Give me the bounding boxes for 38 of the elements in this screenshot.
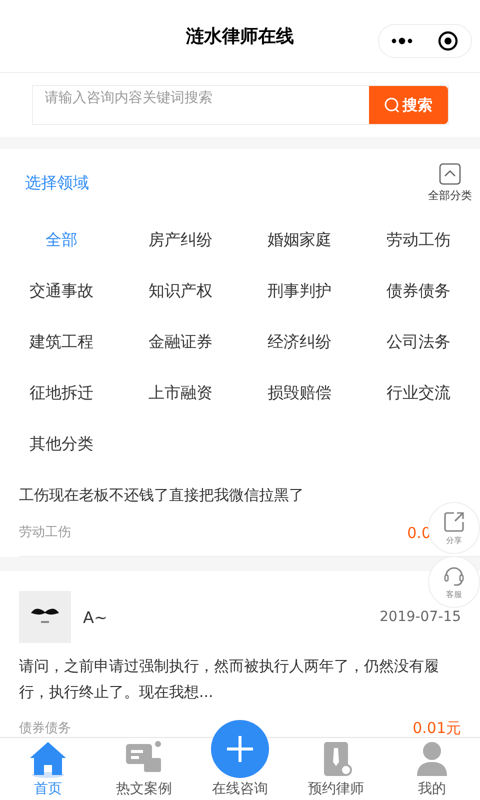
more-icon[interactable] bbox=[391, 37, 413, 45]
home-icon bbox=[28, 740, 68, 778]
tab-bar-item[interactable]: 预约律师 bbox=[288, 738, 384, 800]
category-tab[interactable]: 公司法务 bbox=[386, 332, 450, 353]
category-tab[interactable]: 损毁赔偿 bbox=[268, 383, 332, 404]
category-label: 劳动工伤 bbox=[19, 524, 71, 541]
all-categories-toggle[interactable]: 全部分类 bbox=[428, 163, 472, 203]
search-icon bbox=[384, 97, 400, 113]
category-tab[interactable]: 知识产权 bbox=[148, 281, 212, 302]
category-label: 债券债务 bbox=[19, 720, 71, 737]
category-tab[interactable]: 征地拆迁 bbox=[30, 383, 94, 404]
share-icon bbox=[442, 510, 466, 534]
service-button[interactable]: 客服 bbox=[428, 556, 480, 608]
category-tab[interactable]: 行业交流 bbox=[386, 383, 450, 404]
category-tab[interactable]: 其他分类 bbox=[30, 434, 94, 455]
tab-bar-item[interactable]: 在线咨询 bbox=[192, 718, 288, 800]
section-title: 选择领域 bbox=[25, 172, 89, 194]
category-tab[interactable]: 劳动工伤 bbox=[386, 230, 450, 251]
category-tab[interactable]: 建筑工程 bbox=[30, 332, 94, 353]
category-tab[interactable]: 金融证券 bbox=[148, 332, 212, 353]
question-text: 请问，之前申请过强制执行，然而被执行人两年了，仍然没有履行，执行终止了。现在我想... bbox=[19, 656, 440, 703]
headset-icon bbox=[442, 564, 466, 588]
user-name: A~ bbox=[83, 608, 108, 626]
chevron-icon bbox=[439, 163, 461, 185]
page-title: 涟水律师在线 bbox=[186, 25, 294, 48]
category-tab[interactable]: 交通事故 bbox=[30, 281, 94, 302]
category-tab[interactable]: 债券债务 bbox=[386, 281, 450, 302]
price: 0.01元 bbox=[412, 719, 461, 737]
category-tab[interactable]: 经济纠纷 bbox=[268, 332, 332, 353]
question-text: 工伤现在老板不还钱了直接把我微信拉黑了 bbox=[19, 485, 305, 506]
post-date: 2019-07-15 bbox=[380, 609, 461, 625]
category-tab[interactable]: 刑事判护 bbox=[268, 281, 332, 302]
share-button[interactable]: 分享 bbox=[428, 502, 480, 554]
tab-bar-item[interactable]: 热文案例 bbox=[96, 738, 192, 800]
category-tab[interactable]: 房产纠纷 bbox=[148, 230, 212, 251]
category-tab[interactable]: 婚姻家庭 bbox=[268, 230, 332, 251]
tab-bar-item[interactable]: 我的 bbox=[384, 738, 480, 800]
category-tab[interactable]: 上市融资 bbox=[148, 383, 212, 404]
